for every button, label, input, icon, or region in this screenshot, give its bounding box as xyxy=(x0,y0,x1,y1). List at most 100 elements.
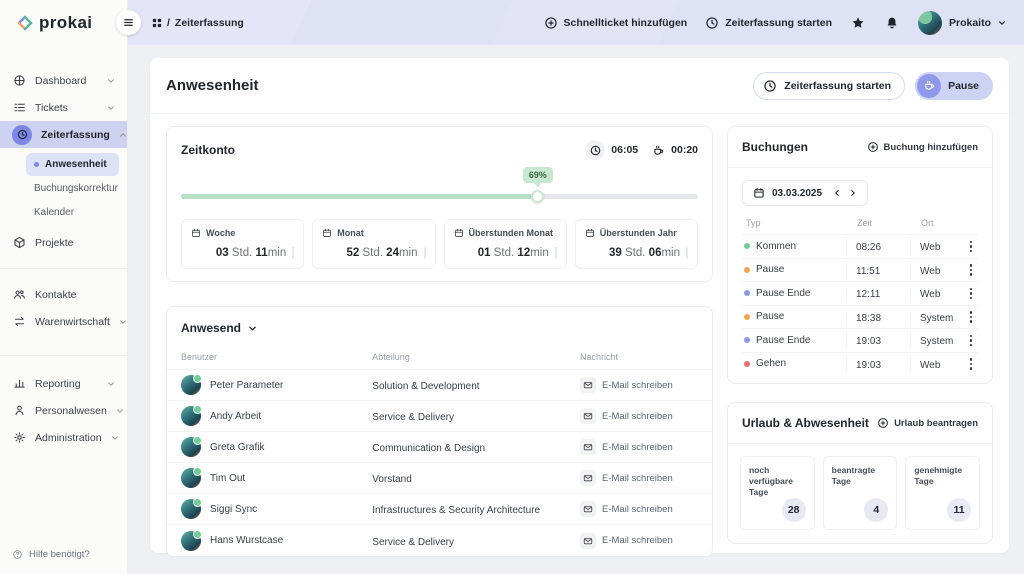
main-panel: Anwesenheit Zeiterfassung starten Pause xyxy=(150,58,1009,553)
sidebar-subitem-kalender[interactable]: Kalender xyxy=(26,201,119,224)
sidebar-item-projekte[interactable]: Projekte xyxy=(0,229,127,256)
sidebar-subitem-anwesenheit[interactable]: Anwesenheit xyxy=(26,153,119,176)
notifications-bell-icon[interactable] xyxy=(884,15,900,31)
booking-time: 11:51 xyxy=(856,266,880,277)
urlaub-stats: noch verfügbare Tage 28 beantragte Tage … xyxy=(728,444,992,543)
sidebar-item-dashboard[interactable]: Dashboard xyxy=(0,67,127,94)
booking-location: Web xyxy=(920,242,940,253)
email-link[interactable]: E-Mail schreiben xyxy=(580,439,698,455)
booking-time: 08:26 xyxy=(856,242,881,253)
nav-label: Dashboard xyxy=(35,75,98,87)
chevron-down-icon xyxy=(116,407,124,415)
column-benutzer: Benutzer xyxy=(181,352,372,362)
chevron-down-icon xyxy=(119,318,127,326)
brand-logo[interactable]: prokai xyxy=(0,0,127,45)
email-link[interactable]: E-Mail schreiben xyxy=(580,377,698,393)
zeitkonto-stats: Woche 03 Std. 11min Monat 52 Std. 24min … xyxy=(181,219,698,269)
next-day-button[interactable] xyxy=(849,189,857,197)
subnav-label: Anwesenheit xyxy=(45,159,107,170)
pause-button[interactable]: Pause xyxy=(915,72,993,100)
sidebar-item-tickets[interactable]: Tickets xyxy=(0,94,127,121)
user-name: Siggi Sync xyxy=(210,504,257,515)
add-booking-label: Buchung hinzufügen xyxy=(884,142,978,153)
stat-label: Woche xyxy=(206,228,235,238)
help-link[interactable]: Hilfe benötigt? xyxy=(12,549,90,560)
start-tracking-label: Zeiterfassung starten xyxy=(725,17,832,29)
row-menu-kebab-icon[interactable] xyxy=(964,309,978,325)
start-tracking-button[interactable]: Zeiterfassung starten xyxy=(705,16,832,30)
email-label: E-Mail schreiben xyxy=(602,411,673,422)
stat-minutes: 06 xyxy=(649,247,662,259)
booking-row: Gehen 19:03 Web xyxy=(742,352,978,376)
avatar xyxy=(918,11,942,35)
request-vacation-button[interactable]: Urlaub beantragen xyxy=(877,417,978,429)
stat-monat: Monat 52 Std. 24min xyxy=(312,219,435,269)
anwesend-filter-dropdown[interactable]: Anwesend xyxy=(167,307,712,347)
bar-chart-icon xyxy=(12,377,26,391)
previous-day-button[interactable] xyxy=(833,189,841,197)
tickets-icon xyxy=(12,101,26,115)
breadcrumb[interactable]: / Zeiterfassung xyxy=(152,17,244,29)
nav-label: Kontakte xyxy=(35,289,115,301)
sidebar-item-kontakte[interactable]: Kontakte xyxy=(0,281,127,308)
chevron-down-icon xyxy=(107,380,115,388)
email-link[interactable]: E-Mail schreiben xyxy=(580,501,698,517)
chevron-down-icon xyxy=(998,19,1006,27)
row-menu-kebab-icon[interactable] xyxy=(964,239,978,255)
sidebar-item-warenwirtschaft[interactable]: Warenwirtschaft xyxy=(0,308,127,335)
sidebar-item-personalwesen[interactable]: Personalwesen xyxy=(0,397,127,424)
email-link[interactable]: E-Mail schreiben xyxy=(580,408,698,424)
start-tracking-pill-button[interactable]: Zeiterfassung starten xyxy=(753,72,905,100)
slider-fill xyxy=(181,194,538,199)
stat-hours: 03 xyxy=(216,247,229,259)
urlaub-title: Urlaub & Abwesenheit xyxy=(742,416,869,430)
apps-grid-icon xyxy=(152,18,162,28)
avatar xyxy=(181,468,201,488)
column-abteilung: Abteilung xyxy=(372,352,580,362)
department: Service & Delivery xyxy=(372,537,454,548)
sidebar-subitem-buchungskorrektur[interactable]: Buchungskorrektur xyxy=(26,177,119,200)
nav-label: Zeiterfassung xyxy=(41,129,110,141)
sidebar-item-zeiterfassung[interactable]: Zeiterfassung xyxy=(0,121,127,148)
request-vacation-label: Urlaub beantragen xyxy=(894,418,978,429)
row-menu-kebab-icon[interactable] xyxy=(964,356,978,372)
stat-value-badge: 11 xyxy=(947,498,971,522)
email-link[interactable]: E-Mail schreiben xyxy=(580,470,698,486)
slider-handle[interactable] xyxy=(531,190,544,203)
zeitkonto-times: 06:05 00:20 xyxy=(585,140,698,160)
sidebar-item-administration[interactable]: Administration xyxy=(0,424,127,451)
favorites-star-icon[interactable] xyxy=(850,15,866,31)
plus-circle-icon xyxy=(867,141,879,153)
row-menu-kebab-icon[interactable] xyxy=(964,333,978,349)
breadcrumb-section: Zeiterfassung xyxy=(175,17,244,29)
sidebar-toggle-button[interactable] xyxy=(116,10,141,35)
date-picker[interactable]: 03.03.2025 xyxy=(742,180,868,206)
zeitkonto-title: Zeitkonto xyxy=(181,143,235,157)
table-row: Hans Wurstcase Service & Delivery E-Mail… xyxy=(167,525,712,556)
stat-available-days: noch verfügbare Tage 28 xyxy=(740,456,815,530)
stat-hours: 52 xyxy=(347,247,360,259)
person-icon xyxy=(12,404,26,418)
table-row: Greta Grafik Communication & Design E-Ma… xyxy=(167,432,712,463)
booking-type: Pause xyxy=(756,311,784,322)
user-name: Tim Out xyxy=(210,473,245,484)
sidebar-item-reporting[interactable]: Reporting xyxy=(0,370,127,397)
status-dot-pause xyxy=(744,314,750,320)
stat-label: Monat xyxy=(337,228,364,238)
buchungen-card: Buchungen Buchung hinzufügen 03.03.2025 xyxy=(727,126,993,384)
department: Service & Delivery xyxy=(372,412,454,423)
row-menu-kebab-icon[interactable] xyxy=(964,262,978,278)
sidebar-nav: Dashboard Tickets Zeiterfassung xyxy=(0,45,127,451)
nav-label: Projekte xyxy=(35,237,115,249)
row-menu-kebab-icon[interactable] xyxy=(964,286,978,302)
clock-icon xyxy=(585,140,605,160)
quick-ticket-button[interactable]: Schnellticket hinzufügen xyxy=(544,16,688,30)
date-value: 03.03.2025 xyxy=(772,188,822,199)
user-menu[interactable]: Prokaito xyxy=(918,11,1006,35)
booking-location: System xyxy=(920,313,953,324)
add-booking-button[interactable]: Buchung hinzufügen xyxy=(867,141,978,153)
stat-hours: 39 xyxy=(609,247,622,259)
quick-ticket-label: Schnellticket hinzufügen xyxy=(564,17,688,29)
email-link[interactable]: E-Mail schreiben xyxy=(580,533,698,549)
envelope-icon xyxy=(580,439,596,455)
